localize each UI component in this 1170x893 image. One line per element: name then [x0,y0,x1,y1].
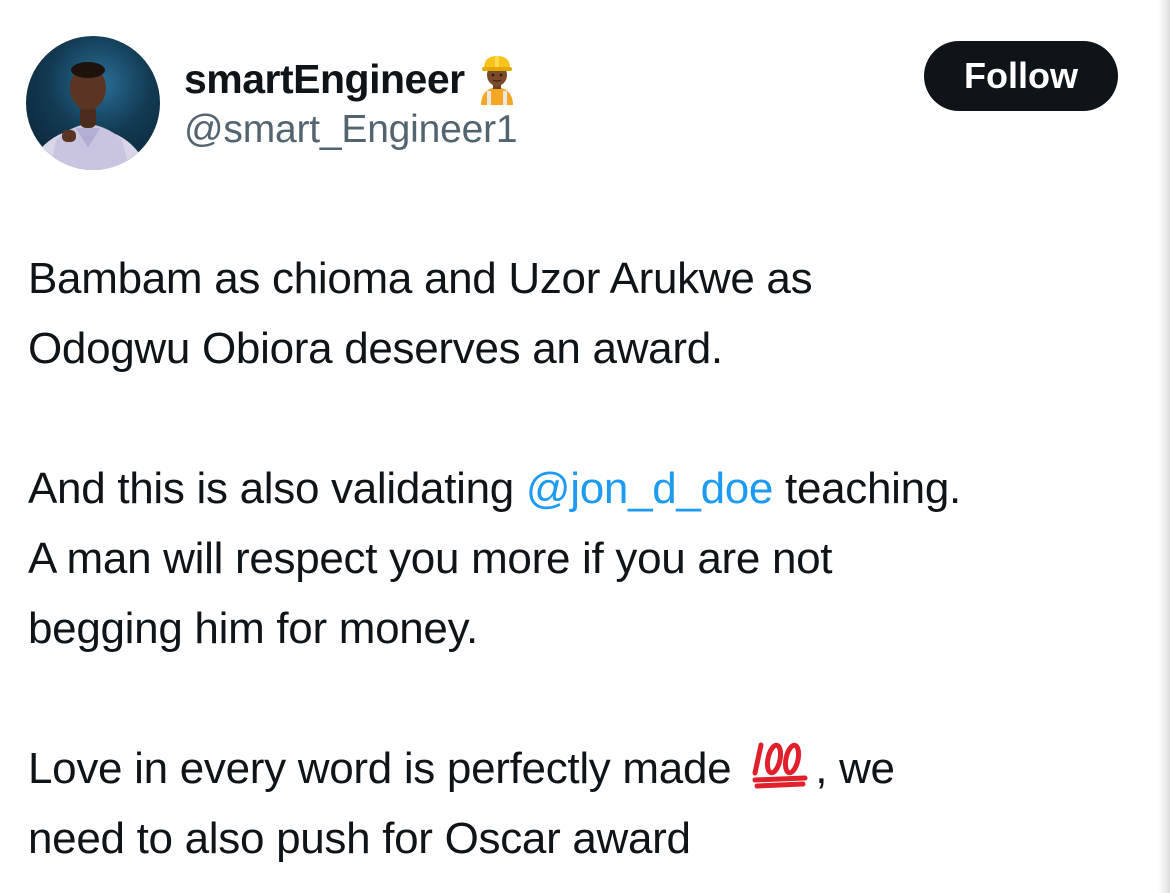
tweet-line: Bambam as chioma and Uzor Arukwe as [28,254,813,303]
tweet-line: And this is also validating @jon_d_doe t… [28,454,1138,524]
display-name[interactable]: smartEngineer [184,56,465,103]
tweet-text-segment: And this is also validating [28,464,526,513]
tweet-text-segment: , we [815,744,895,793]
tweet-line: Love in every word is perfectly made , w… [28,734,1138,804]
avatar-photo [28,62,148,170]
follow-button[interactable]: Follow [924,41,1118,111]
tweet-text: Bambam as chioma and Uzor Arukwe as Odog… [28,244,1138,874]
tweet-paragraph-1: Bambam as chioma and Uzor Arukwe as Odog… [28,244,1138,384]
tweet-paragraph-2: And this is also validating @jon_d_doe t… [28,454,1138,664]
construction-worker-emoji-icon [473,53,521,105]
tweet-header: smartEngineer @smart_Engineer1 Follow [26,36,1126,176]
author-info: smartEngineer @smart_Engineer1 [184,50,521,152]
mention-link[interactable]: @jon_d_doe [526,464,774,513]
tweet-line: Odogwu Obiora deserves an award. [28,324,723,373]
tweet-text-segment: Love in every word is perfectly made [28,744,744,793]
tweet-line: A man will respect you more if you are n… [28,534,833,583]
avatar[interactable] [26,36,160,170]
tweet-line: begging him for money. [28,604,478,653]
screen-edge [1158,0,1170,893]
user-handle[interactable]: @smart_Engineer1 [184,108,521,152]
display-name-row: smartEngineer [184,50,521,108]
tweet-text-segment: teaching. [773,464,961,513]
tweet-paragraph-3: Love in every word is perfectly made , w… [28,734,1138,874]
hundred-points-emoji-icon [751,739,811,789]
tweet-line: need to also push for Oscar award [28,814,691,863]
